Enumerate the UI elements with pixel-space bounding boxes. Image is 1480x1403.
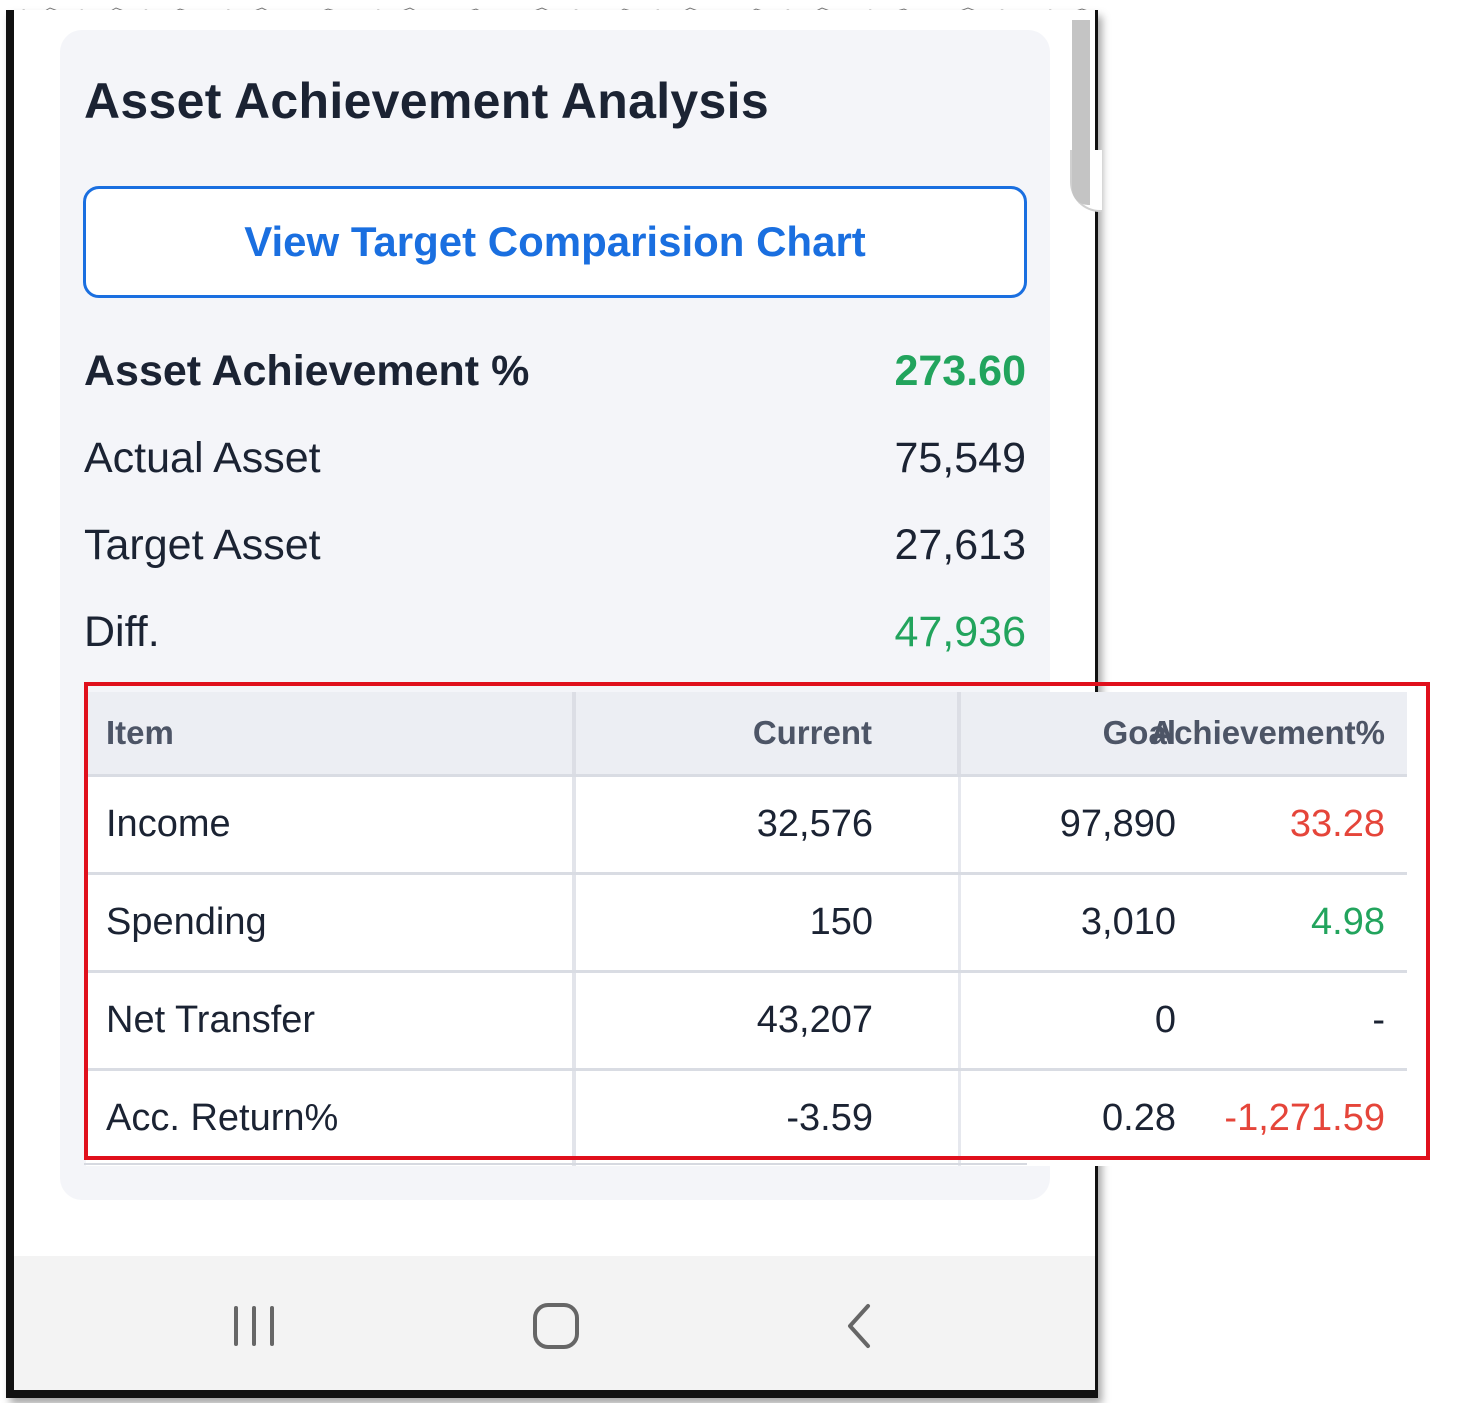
back-icon[interactable]	[820, 1286, 900, 1366]
home-icon[interactable]	[516, 1286, 596, 1366]
recent-apps-icon[interactable]	[214, 1286, 294, 1366]
summary-value: 47,936	[894, 607, 1026, 656]
cell-item: Net Transfer	[86, 973, 576, 1068]
cell-current: 43,207	[576, 973, 961, 1068]
cell-item: Spending	[86, 875, 576, 970]
cell-goal: 97,890	[1059, 803, 1176, 845]
summary-row-achievement: Asset Achievement % 273.60	[84, 345, 1026, 397]
summary-label: Diff.	[84, 607, 160, 656]
summary-value: 27,613	[894, 520, 1026, 569]
column-header-item[interactable]: Item	[86, 692, 576, 774]
table-row[interactable]: Net Transfer 43,207 0 -	[86, 973, 1407, 1071]
summary-row-target-asset: Target Asset 27,613	[84, 519, 1026, 571]
summary-label: Asset Achievement %	[84, 346, 530, 395]
cell-current: 150	[576, 875, 961, 970]
cell-achievement: -1,271.59	[1224, 1097, 1385, 1139]
system-nav-bar	[14, 1256, 1095, 1390]
summary-value: 75,549	[894, 433, 1026, 482]
column-header-current[interactable]: Current	[576, 692, 961, 774]
cell-item: Acc. Return%	[86, 1071, 576, 1166]
table-divider	[84, 1163, 1027, 1165]
page-title: Asset Achievement Analysis	[84, 73, 769, 129]
cell-achievement: 4.98	[1311, 901, 1385, 943]
table-header: Item Current Goal Achievement%	[86, 692, 1407, 777]
scrollbar[interactable]	[1072, 20, 1090, 205]
summary-value: 273.60	[894, 346, 1026, 395]
summary-label: Actual Asset	[84, 433, 321, 482]
achievement-table: Item Current Goal Achievement% Income 32…	[86, 692, 1407, 1166]
view-target-chart-button[interactable]: View Target Comparision Chart	[83, 186, 1027, 298]
column-header-goal[interactable]: Goal	[961, 692, 1176, 774]
table-row[interactable]: Income 32,576 97,890 33.28	[86, 777, 1407, 875]
cell-current: -3.59	[576, 1071, 961, 1166]
cell-item: Income	[86, 777, 576, 872]
cell-goal: 3,010	[1080, 901, 1176, 943]
summary-label: Target Asset	[84, 520, 321, 569]
column-header-achievement[interactable]: Achievement%	[1150, 692, 1407, 774]
table-row[interactable]: Acc. Return% -3.59 0.28 -1,271.59	[86, 1071, 1407, 1166]
summary-row-actual-asset: Actual Asset 75,549	[84, 432, 1026, 484]
table-row[interactable]: Spending 150 3,010 4.98	[86, 875, 1407, 973]
cell-current: 32,576	[576, 777, 961, 872]
cell-goal: 0.28	[1102, 1097, 1176, 1139]
cell-achievement: 33.28	[1289, 803, 1385, 845]
cell-goal: 0	[1154, 999, 1176, 1041]
summary-row-diff: Diff. 47,936	[84, 606, 1026, 658]
cell-achievement: -	[1372, 999, 1385, 1041]
